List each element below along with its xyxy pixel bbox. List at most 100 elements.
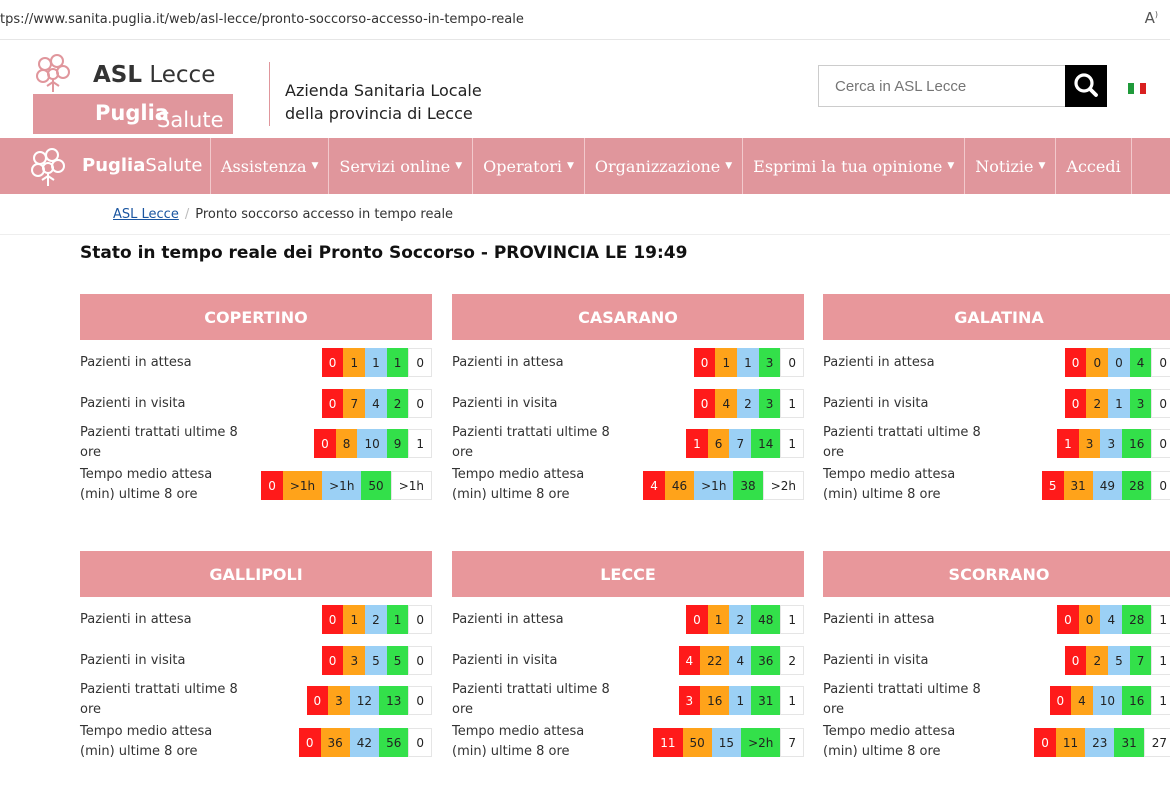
nav-item-servizi-online[interactable]: Servizi online ▼	[328, 138, 472, 194]
ps-row: Pazienti trattati ultime 8 ore 1 6 7 14 1	[452, 424, 804, 464]
code-green-value: 50	[361, 471, 391, 500]
ps-row: Pazienti in visita 0 2 5 7 1	[823, 641, 1170, 681]
code-green-value: 36	[751, 646, 781, 675]
code-red-value: 5	[1041, 471, 1064, 500]
url-text[interactable]: tps://www.sanita.puglia.it/web/asl-lecce…	[0, 12, 524, 27]
ps-row-label: Pazienti in visita	[80, 396, 186, 411]
code-green-value: 9	[386, 429, 409, 458]
code-orange-value: >1h	[282, 471, 323, 500]
ps-row: Pazienti in visita 0 2 1 3 0	[823, 384, 1170, 424]
logo-asl-text: ASL Lecce	[93, 62, 216, 88]
code-white-value: 0	[1151, 348, 1170, 377]
code-green-value: 3	[758, 348, 781, 377]
code-green-value: 7	[1129, 646, 1152, 675]
search-icon	[1074, 73, 1098, 97]
code-white-value: 0	[408, 728, 432, 757]
ps-code-cells: 04231	[693, 389, 804, 418]
ps-code-cells: 0 3 12 13 0	[306, 686, 432, 715]
code-orange-value: 11	[1055, 728, 1086, 757]
nav-item-assistenza[interactable]: Assistenza ▼	[210, 138, 328, 194]
italian-flag-icon[interactable]	[1128, 83, 1146, 94]
code-green-value: 3	[758, 389, 781, 418]
ps-row-label: Tempo medio attesa (min) ultime 8 ore	[80, 724, 213, 759]
nav-item-notizie[interactable]: Notizie ▼	[964, 138, 1055, 194]
code-blue-value: 10	[357, 429, 387, 458]
ps-card-gallipoli: GALLIPOLI Pazienti in attesa 0 1 2 1 0 Pazienti…	[80, 551, 432, 761]
code-white-value: 1	[780, 389, 804, 418]
ps-code-cells: 5 31 49 28 0	[1041, 471, 1170, 500]
nav-item-accedi[interactable]: Accedi	[1055, 138, 1132, 194]
breadcrumb-home-link[interactable]: ASL Lecce	[113, 207, 179, 222]
code-white-value: 0	[408, 389, 432, 418]
code-blue-value: >1h	[694, 471, 734, 500]
ps-code-cells: 0 11 23 31 27	[1034, 728, 1170, 757]
ps-row: Tempo medio attesa (min) ultime 8 ore 0 11…	[823, 723, 1170, 763]
ps-row-label: Pazienti trattati ultime 8 ore	[80, 682, 238, 717]
search-box	[818, 65, 1066, 107]
code-orange-value: 2	[1086, 646, 1109, 675]
ps-code-cells: 4 46 >1h 38 >2h	[643, 471, 804, 500]
nav-item-label: Accedi	[1066, 156, 1121, 176]
ps-row: Pazienti in visita 0 7 4 2 0	[80, 384, 432, 424]
code-red-value: 0	[1034, 728, 1056, 757]
code-blue-value: 2	[737, 389, 759, 418]
code-green-value: 16	[1122, 686, 1152, 715]
code-blue-value: 12	[349, 686, 380, 715]
ps-card-title: SCORRANO	[823, 551, 1170, 597]
code-red-value: 0	[321, 348, 344, 377]
code-white-value: 0	[1151, 471, 1170, 500]
asl-lecce-logo[interactable]: ASL Lecce Puglia Salute	[33, 52, 233, 134]
code-orange-value: 7	[343, 389, 366, 418]
code-red-value: 11	[653, 728, 683, 757]
ps-code-cells: 1 6 7 14 1	[686, 429, 804, 458]
code-green-value: 31	[1114, 728, 1144, 757]
ps-card-title: COPERTINO	[80, 294, 432, 340]
ps-row-label: Pazienti in attesa	[452, 612, 564, 627]
nav-item-organizzazione[interactable]: Organizzazione ▼	[583, 138, 742, 194]
code-red-value: 0	[306, 686, 329, 715]
code-white-value: 0	[408, 348, 432, 377]
code-white-value: 0	[408, 686, 432, 715]
code-red-value: 4	[643, 471, 665, 500]
caret-down-icon: ▼	[947, 161, 955, 171]
ps-row-label: Pazienti in visita	[80, 653, 186, 668]
nav-item-label: Assistenza	[221, 156, 307, 176]
code-blue-value: 49	[1092, 471, 1123, 500]
ps-code-cells: 0 8 10 9 1	[314, 429, 432, 458]
code-blue-value: 2	[729, 605, 752, 634]
tree-logo-icon	[31, 148, 65, 186]
code-blue-value: >1h	[322, 471, 362, 500]
ps-row: Pazienti in visita 4 22 4 36 2	[452, 641, 804, 681]
nav-item-operatori[interactable]: Operatori ▼	[472, 138, 584, 194]
code-white-value: 1	[780, 605, 804, 634]
nav-item-label: Notizie	[975, 156, 1034, 176]
ps-code-cells: 0 >1h >1h 50 >1h	[261, 471, 432, 500]
code-orange-value: 1	[707, 605, 730, 634]
code-blue-value: 7	[729, 429, 752, 458]
code-orange-value: 22	[700, 646, 730, 675]
nav-menu: Assistenza ▼ Servizi online ▼ Operatori ▼ Orga…	[210, 138, 1132, 194]
nav-pugliasalute-logo[interactable]: PugliaSalute	[28, 146, 210, 186]
browser-address-bar[interactable]: tps://www.sanita.puglia.it/web/asl-lecce…	[0, 0, 1170, 40]
code-white-value: >2h	[762, 471, 804, 500]
search-button[interactable]	[1065, 65, 1107, 107]
ps-row-label: Tempo medio attesa (min) ultime 8 ore	[452, 724, 585, 759]
ps-code-cells: 0 4 10 16 1	[1049, 686, 1170, 715]
read-aloud-icon[interactable]: A)	[1145, 9, 1158, 27]
nav-item-label: Operatori	[483, 156, 562, 176]
ps-card-lecce: LECCE Pazienti in attesa 0 1 2 48 1 Pazienti in…	[452, 551, 804, 761]
tree-logo-icon	[36, 54, 70, 92]
code-red-value: 0	[321, 646, 344, 675]
search-input[interactable]	[819, 66, 1065, 106]
code-white-value: 0	[780, 348, 804, 377]
logo-pugliasalute-band: Puglia Salute	[33, 94, 233, 134]
ps-row-label: Pazienti trattati ultime 8 ore	[823, 425, 981, 460]
ps-row: Pazienti in visita 0 3 5 5 0	[80, 641, 432, 681]
nav-item-esprimi-la-tua-opinione[interactable]: Esprimi la tua opinione ▼	[742, 138, 964, 194]
code-white-value: 0	[1151, 389, 1170, 418]
code-green-value: 48	[751, 605, 781, 634]
code-red-value: 0	[1064, 389, 1087, 418]
ps-row: Pazienti in attesa 0 1 2 48 1	[452, 600, 804, 640]
breadcrumb-current: Pronto soccorso accesso in tempo reale	[195, 207, 454, 222]
code-green-value: 31	[751, 686, 781, 715]
